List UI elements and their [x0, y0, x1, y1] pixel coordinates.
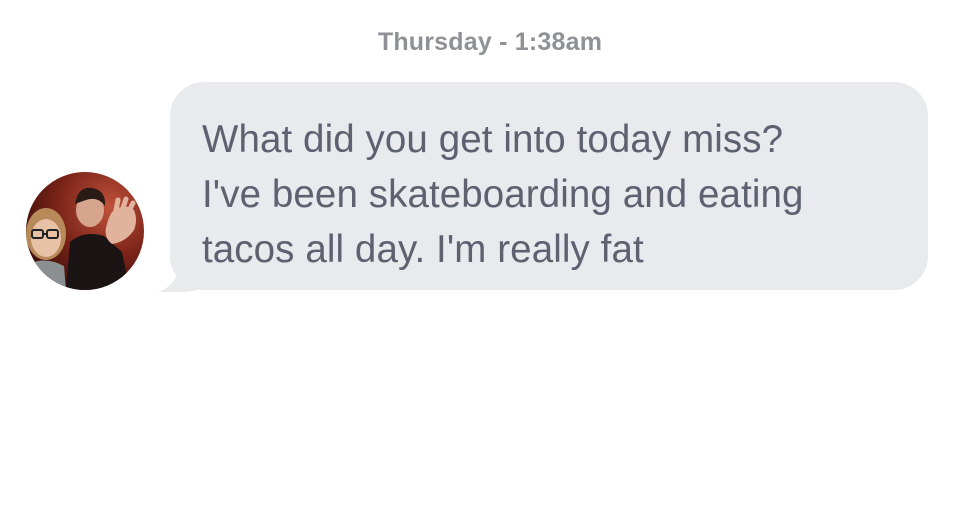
- message-text: What did you get into today miss? I've b…: [202, 118, 804, 271]
- incoming-message-row: What did you get into today miss? I've b…: [0, 0, 980, 510]
- contact-photo-avatar-icon: [26, 172, 144, 290]
- contact-avatar[interactable]: [26, 172, 144, 290]
- incoming-message-bubble[interactable]: What did you get into today miss? I've b…: [170, 82, 928, 290]
